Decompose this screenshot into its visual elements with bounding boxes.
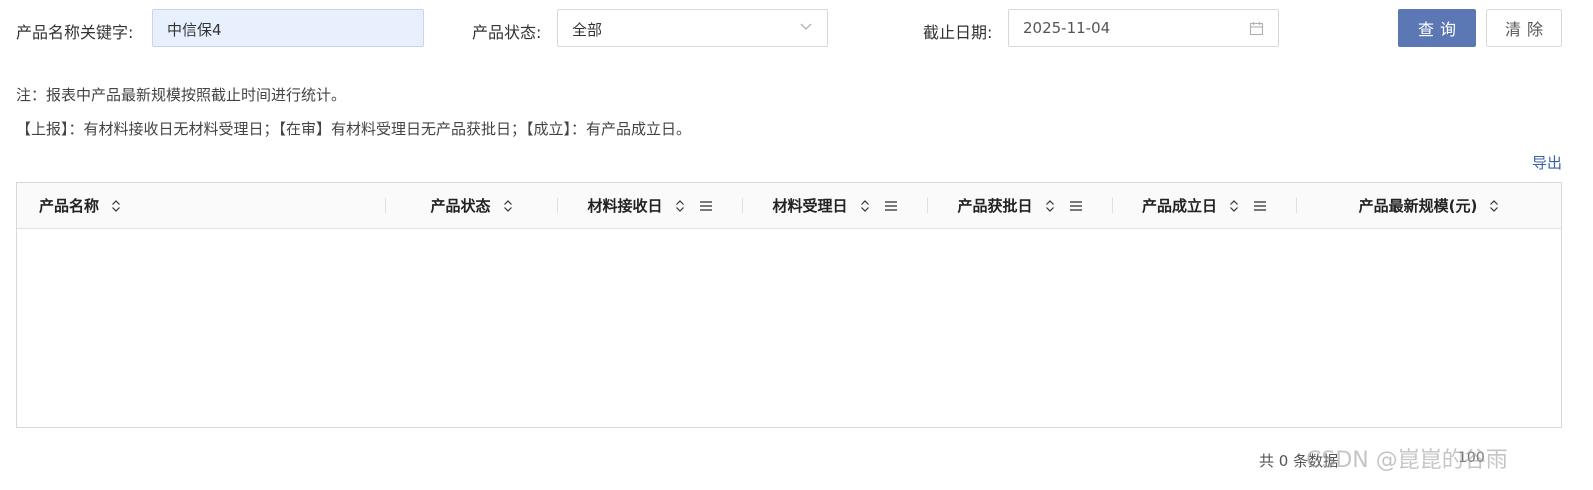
column-header-label: 产品成立日 [1141, 197, 1217, 215]
column-menu-icon[interactable] [1253, 200, 1267, 212]
column-header-product-established[interactable]: 产品成立日 [1113, 183, 1296, 228]
status-label: 产品状态: [472, 23, 542, 42]
table-header: 产品名称 产品状态 材料接收日 材料受理日 产品获批日 产品成立日 产品最新规模… [17, 183, 1561, 229]
sort-icon[interactable] [503, 199, 513, 213]
column-header-label: 材料接收日 [587, 197, 663, 215]
column-header-material-accepted[interactable]: 材料受理日 [743, 183, 927, 228]
column-header-label: 产品获批日 [957, 197, 1033, 215]
column-header-latest-scale[interactable]: 产品最新规模(元) [1297, 183, 1561, 228]
sort-icon[interactable] [1489, 199, 1499, 213]
keyword-label: 产品名称关键字: [16, 23, 134, 42]
date-picker[interactable]: 2025-11-04 [1008, 9, 1279, 47]
export-link[interactable]: 导出 [1532, 152, 1562, 173]
calendar-icon [1249, 22, 1264, 36]
chevron-down-icon [800, 23, 812, 30]
sort-icon[interactable] [1229, 199, 1239, 213]
sort-icon[interactable] [111, 199, 121, 213]
column-header-product-name[interactable]: 产品名称 [17, 183, 385, 228]
sort-icon[interactable] [675, 199, 685, 213]
keyword-input[interactable]: 中信保4 [167, 19, 222, 40]
page-size-select[interactable]: 100 [1450, 444, 1520, 474]
column-menu-icon[interactable] [884, 200, 898, 212]
column-header-product-approved[interactable]: 产品获批日 [928, 183, 1112, 228]
table-body-empty [17, 229, 1561, 427]
note-statistics: 注：报表中产品最新规模按照截止时间进行统计。 [16, 86, 347, 104]
column-menu-icon[interactable] [1069, 200, 1083, 212]
keyword-input-wrapper[interactable]: 中信保4 [152, 9, 424, 47]
date-picker-value: 2025-11-04 [1023, 19, 1111, 37]
column-header-label: 产品状态 [430, 197, 491, 215]
pagination-total: 共 0 条数据 [1259, 452, 1339, 470]
note-status-definitions: 【上报】：有材料接收日无材料受理日；【在审】有材料受理日无产品获批日；【成立】：… [16, 120, 692, 138]
column-header-label: 产品名称 [39, 197, 100, 215]
column-header-label: 产品最新规模(元) [1358, 197, 1478, 215]
column-menu-icon[interactable] [699, 200, 713, 212]
product-table: 产品名称 产品状态 材料接收日 材料受理日 产品获批日 产品成立日 产品最新规模… [16, 182, 1562, 428]
column-header-label: 材料受理日 [772, 197, 848, 215]
sort-icon[interactable] [860, 199, 870, 213]
column-header-material-received[interactable]: 材料接收日 [558, 183, 742, 228]
sort-icon[interactable] [1045, 199, 1055, 213]
query-button[interactable]: 查询 [1398, 9, 1476, 47]
status-select[interactable]: 全部 [557, 9, 828, 47]
page-size-value: 100 [1458, 450, 1485, 466]
date-label: 截止日期: [923, 23, 993, 42]
column-header-product-status[interactable]: 产品状态 [386, 183, 557, 228]
clear-button[interactable]: 清除 [1486, 9, 1562, 47]
status-select-value: 全部 [572, 21, 603, 39]
